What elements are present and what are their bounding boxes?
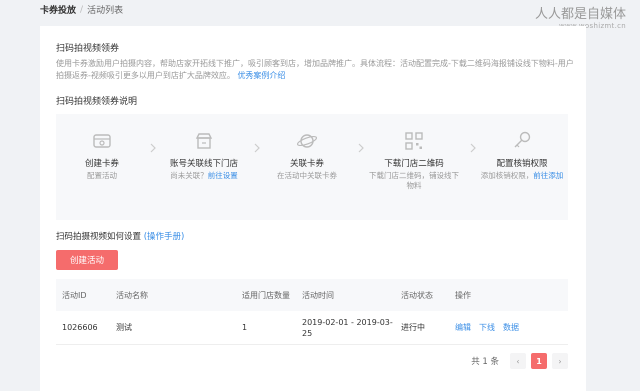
data-link[interactable]: 数据 [503,322,519,333]
step-name: 关联卡券 [289,159,324,169]
header-status: 活动状态 [401,290,433,300]
qrcode-icon [403,130,425,152]
step-download-qrcode: 下载门店二维码 下载门店二维码，铺设线下物料 [366,114,462,191]
step-desc-text: 尚未关联？ [170,171,208,180]
step-name: 账号关联线下门店 [169,159,238,169]
pagination-total: 共 1 条 [471,357,499,367]
explain-title: 扫码拍视频领券说明 [56,97,138,107]
breadcrumb-root[interactable]: 卡券投放 [40,3,76,16]
chevron-right-icon [356,138,366,153]
header-ops: 操作 [455,290,471,300]
watermark-title: 人人都是自媒体 [534,7,626,22]
cell-time: 2019-02-01 - 2019-03-25 [302,317,393,338]
table-row: 1026606 测试 1 2019-02-01 - 2019-03-25 进行中… [56,311,568,345]
page-number-button[interactable]: 1 [531,353,547,369]
section-intro: 使用卡券激励用户拍摄内容，帮助店家开拓线下推广，吸引顾客到店，增加品牌推广。具体… [56,58,576,82]
step-name: 下载门店二维码 [384,159,444,169]
main-card: 扫码拍视频领券 使用卡券激励用户拍摄内容，帮助店家开拓线下推广，吸引顾客到店，增… [40,26,586,391]
step-desc: 下载门店二维码，铺设线下物料 [369,171,459,190]
intro-text: 使用卡券激励用户拍摄内容，帮助店家开拓线下推广，吸引顾客到店，增加品牌推广。具体… [56,59,574,80]
edit-link[interactable]: 编辑 [455,322,471,333]
chevron-right-icon [252,138,262,153]
breadcrumb: 卡券投放 / 活动列表 [40,3,124,17]
go-add-link[interactable]: 前往添加 [533,171,563,180]
step-link-coupon: 关联卡券 在活动中关联卡券 [263,114,351,181]
table-header: 活动ID 活动名称 适用门店数量 活动时间 活动状态 操作 [56,279,568,311]
pagination: 共 1 条 ‹ 1 › [471,353,568,369]
step-name: 配置核销权限 [496,159,548,169]
header-stores: 适用门店数量 [242,290,290,300]
next-page-button[interactable]: › [552,353,568,369]
go-settings-link[interactable]: 前往设置 [208,171,238,180]
step-name: 创建卡券 [84,159,119,169]
step-link-store: 账号关联线下门店 尚未关联？前往设置 [160,114,248,181]
header-name: 活动名称 [116,290,148,300]
howto-label: 扫码拍摄视频如何设置 [56,232,142,242]
step-config-permission: 配置核销权限 添加核销权限，前往添加 [478,114,566,181]
coupon-create-icon [91,130,113,152]
offline-link[interactable]: 下线 [479,322,495,333]
section-title: 扫码拍视频领券 [56,44,120,54]
step-desc-text: 添加核销权限， [480,171,534,180]
header-id: 活动ID [62,290,87,300]
chevron-right-icon [148,138,158,153]
key-icon [511,130,533,152]
store-icon [193,130,215,152]
cell-ops: 编辑 下线 数据 [449,311,568,344]
step-desc: 尚未关联？前往设置 [160,171,248,181]
cell-name: 测试 [116,323,132,332]
create-activity-button[interactable]: 创建活动 [56,250,118,270]
manual-link[interactable]: (操作手册) [144,232,185,242]
cell-stores: 1 [242,323,248,332]
cell-id: 1026606 [62,323,98,332]
activity-table: 活动ID 活动名称 适用门店数量 活动时间 活动状态 操作 1026606 测试… [56,279,568,345]
breadcrumb-current: 活动列表 [87,6,124,16]
step-desc: 添加核销权限，前往添加 [478,171,566,181]
intro-case-link[interactable]: 优秀案例介绍 [237,71,285,80]
step-create-coupon: 创建卡券 配置活动 [58,114,146,181]
header-time: 活动时间 [302,290,334,300]
cell-status: 进行中 [401,323,425,332]
chevron-right-icon [468,138,478,153]
howto-title: 扫码拍摄视频如何设置 (操作手册) [56,230,184,242]
step-desc: 配置活动 [87,171,117,180]
step-desc: 在活动中关联卡券 [277,171,337,180]
steps-panel: 创建卡券 配置活动 账号关联线下门店 尚未关联？前往设置 关联卡券 在活动中关联… [56,114,568,220]
breadcrumb-separator: / [80,4,84,15]
prev-page-button[interactable]: ‹ [510,353,526,369]
link-coupon-icon [296,130,318,152]
